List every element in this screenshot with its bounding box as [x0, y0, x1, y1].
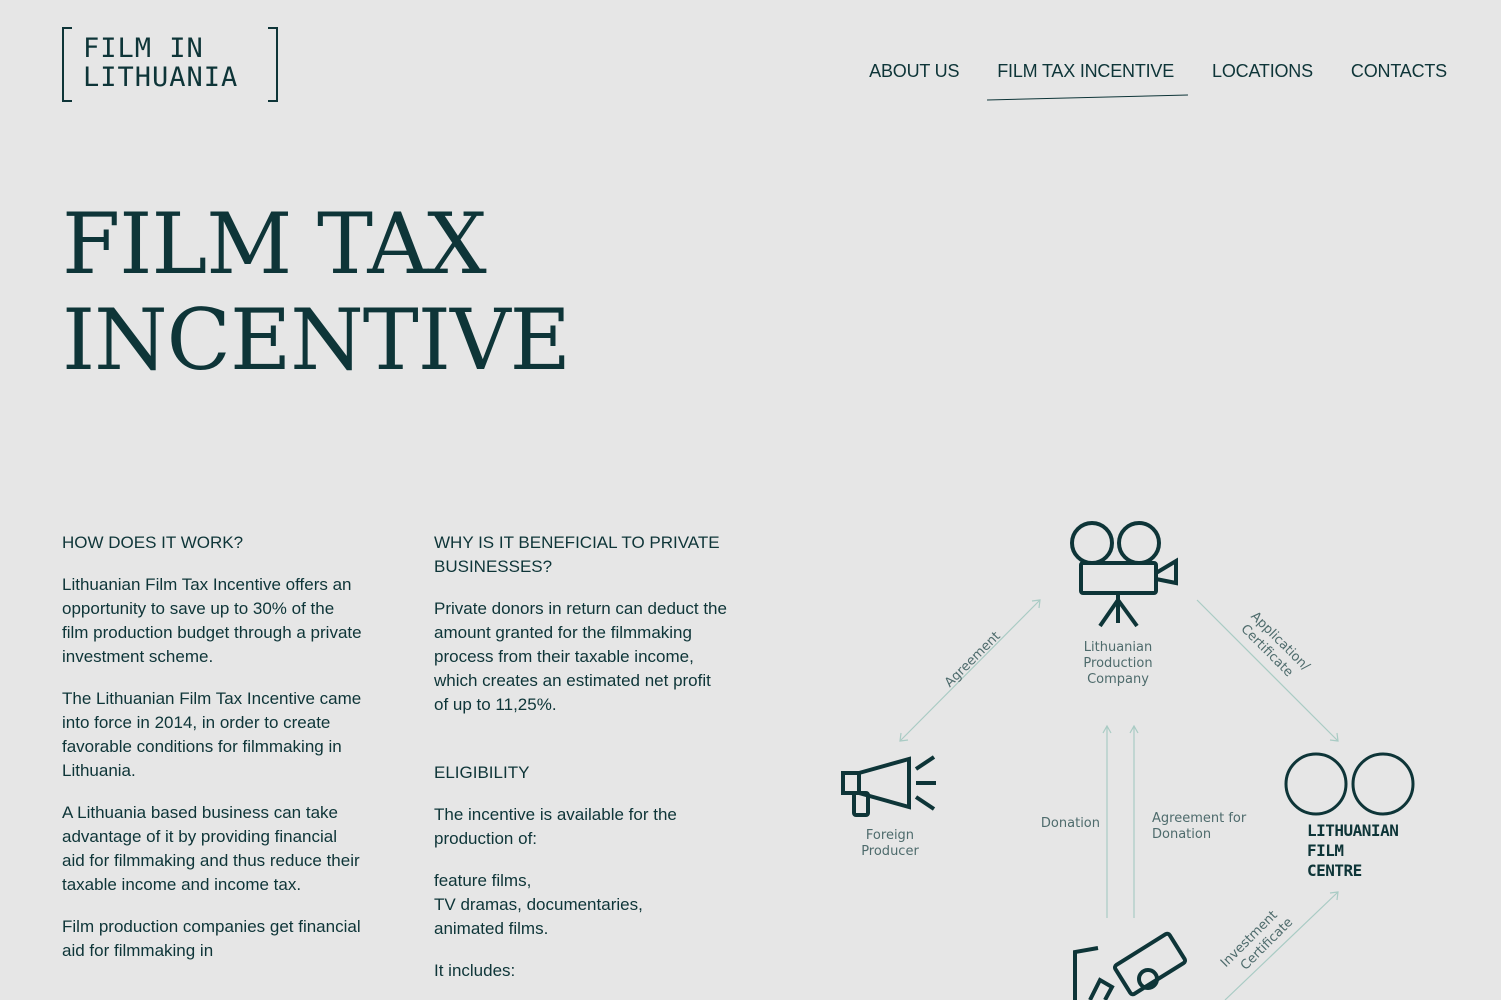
eligibility-list-item-3: animated films. — [434, 919, 549, 938]
how-it-works-paragraph-2: The Lithuanian Film Tax Incentive came i… — [62, 689, 362, 780]
includes-paragraph: It includes: — [434, 961, 516, 980]
page-title-line2: INCENTIVE — [62, 291, 571, 389]
label-foreign-producer: Foreign Producer — [861, 828, 919, 859]
label-donation: Donation — [1040, 816, 1100, 831]
film-camera-icon — [1070, 521, 1178, 628]
how-it-works-heading: HOW DOES IT WORK? — [62, 533, 244, 552]
eligibility-list: feature films, TV dramas, documentaries,… — [434, 869, 729, 941]
how-it-works-paragraph-3: A Lithuania based business can take adva… — [62, 803, 360, 894]
how-it-works-paragraph-1: Lithuanian Film Tax Incentive offers an … — [62, 575, 362, 666]
lfc-line2: FILM — [1307, 841, 1344, 860]
money-hand-icon — [1073, 931, 1188, 1000]
benefits-paragraph: Private donors in return can deduct the … — [434, 599, 727, 714]
logo-bracket-right — [268, 27, 278, 102]
tax-incentive-diagram: Lithuanian Production Company Foreign Pr… — [820, 505, 1440, 1000]
logo-bracket-left — [62, 27, 72, 102]
how-it-works-paragraph-4: Film production companies get financial … — [62, 917, 361, 960]
nav-locations[interactable]: LOCATIONS — [1212, 60, 1313, 86]
nav-film-tax-incentive[interactable]: FILM TAX INCENTIVE — [997, 60, 1174, 86]
benefits-column: WHY IS IT BENEFICIAL TO PRIVATE BUSINESS… — [434, 531, 729, 1000]
nav-about-us[interactable]: ABOUT US — [869, 60, 959, 86]
nav-contacts[interactable]: CONTACTS — [1351, 60, 1447, 86]
how-it-works-column: HOW DOES IT WORK? Lithuanian Film Tax In… — [62, 531, 362, 981]
page: FILM IN LITHUANIA ABOUT US FILM TAX INCE… — [0, 0, 1501, 1000]
lfc-logo-icon — [1284, 752, 1415, 816]
eligibility-list-item-2: TV dramas, documentaries, — [434, 895, 643, 914]
diagram-graphics — [841, 521, 1415, 1000]
lfc-logo-text: LITHUANIAN FILM CENTRE — [1307, 821, 1399, 881]
megaphone-icon — [841, 755, 936, 817]
site-logo[interactable]: FILM IN LITHUANIA — [62, 27, 278, 102]
lfc-line3: CENTRE — [1307, 861, 1362, 880]
page-title-line1: FILM TAX — [62, 195, 487, 293]
main-nav: ABOUT US FILM TAX INCENTIVE LOCATIONS CO… — [869, 60, 1447, 86]
lfc-line1: LITHUANIAN — [1307, 821, 1399, 840]
benefits-heading: WHY IS IT BENEFICIAL TO PRIVATE BUSINESS… — [434, 533, 720, 576]
logo-line1: FILM IN — [83, 33, 204, 64]
page-title: FILM TAX INCENTIVE — [62, 195, 571, 389]
eligibility-heading: ELIGIBILITY — [434, 763, 530, 782]
eligibility-paragraph: The incentive is available for the produ… — [434, 805, 677, 848]
logo-text: FILM IN LITHUANIA — [83, 34, 238, 92]
logo-line2: LITHUANIA — [83, 62, 239, 93]
label-agreement-for-donation: Agreement for Donation — [1152, 811, 1247, 842]
eligibility-list-item-1: feature films, — [434, 871, 532, 890]
label-production-company: Lithuanian Production Company — [1083, 640, 1153, 687]
